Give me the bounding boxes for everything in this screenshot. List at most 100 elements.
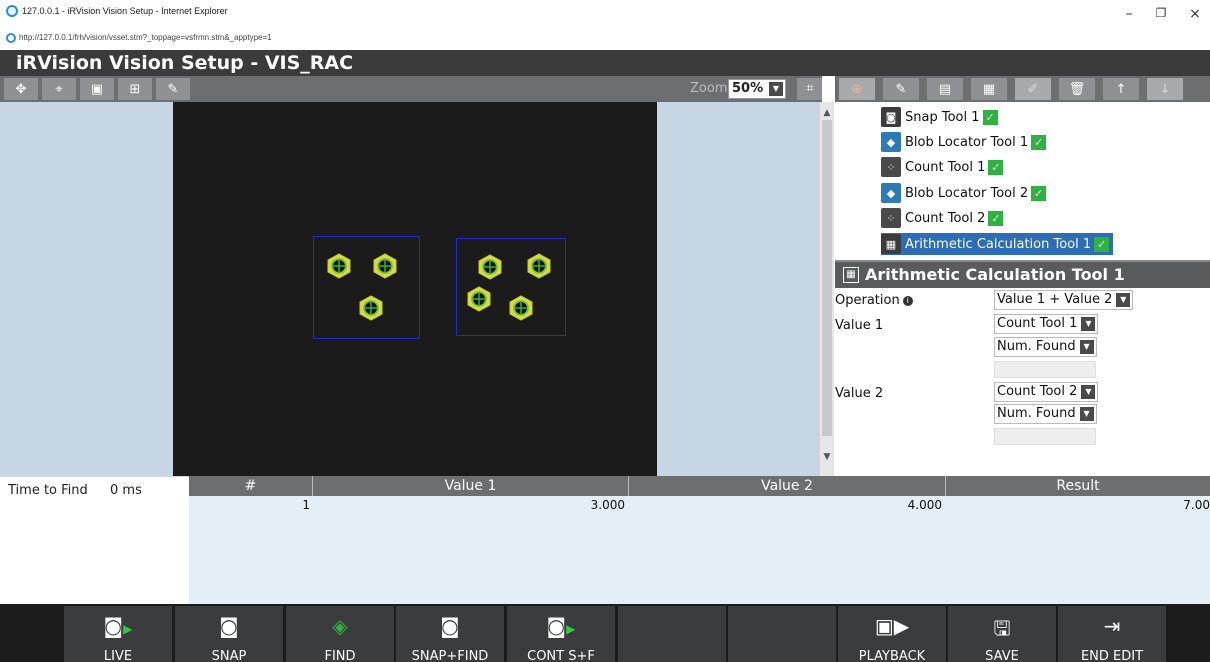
ie-logo-icon [6, 5, 18, 17]
end-edit-button[interactable]: ⇥ END EDIT [1058, 606, 1166, 662]
move-down-button[interactable]: ↓ [1147, 78, 1183, 100]
blob-icon: ◆ [881, 132, 901, 152]
end-edit-label: END EDIT [1080, 649, 1144, 662]
save-image-icon: ▣ [90, 81, 104, 97]
exit-icon: ⇥ [1103, 614, 1121, 638]
scroll-up-icon[interactable]: ▲ [821, 108, 833, 118]
time-to-find-label: Time to Find [8, 483, 88, 498]
calculator-icon: ▦ [843, 267, 859, 283]
copy-tool-button[interactable]: ▤ [927, 78, 963, 100]
image-scrollbar[interactable]: ▲ ▼ [820, 102, 834, 476]
rename-tool-button[interactable]: ✐ [1015, 78, 1051, 100]
snap-button[interactable]: ◙ SNAP [175, 606, 283, 662]
minimize-button[interactable]: – [1114, 6, 1144, 22]
found-part-icon [509, 295, 533, 321]
image-toolbar: ✥ ⌖ ▣ ⊞ ✎ Zoom 50% ▼ ⌗ [0, 76, 823, 102]
scroll-down-icon[interactable]: ▼ [821, 452, 833, 462]
found-part-icon [467, 286, 491, 312]
url-text[interactable]: http://127.0.0.1/frh/vision/vsset.stm?_t… [19, 33, 272, 42]
playback-button[interactable]: ▣▶ PLAYBACK [838, 606, 946, 662]
edit-tool-tree-button[interactable]: ✎ [883, 78, 919, 100]
pointer-tool-button[interactable]: ✥ [4, 78, 38, 100]
tree-item-blob-locator-tool-2[interactable]: ◆ Blob Locator Tool 2 ✓ [881, 182, 1050, 204]
empty-button-1 [618, 606, 726, 662]
live-camera-icon: ◙▶ [103, 614, 133, 638]
chevron-down-icon: ▼ [769, 82, 783, 96]
operation-label: Operation i [835, 293, 913, 308]
paste-tool-button[interactable]: ▦ [971, 78, 1007, 100]
save-label: SAVE [985, 649, 1019, 662]
value1-field-value: Num. Found [997, 339, 1076, 354]
toolbar-gap [822, 76, 835, 102]
tree-item-label: Blob Locator Tool 2 [905, 185, 1029, 201]
snap-label: SNAP [211, 649, 247, 662]
pointer-icon: ✥ [15, 81, 27, 97]
tree-item-count-tool-1[interactable]: ⁘ Count Tool 1 ✓ [881, 156, 1007, 178]
find-button[interactable]: ◈ FIND [286, 606, 394, 662]
fit-icon: ⌗ [806, 81, 814, 96]
live-button[interactable]: ◙▶ LIVE [64, 606, 172, 662]
tree-item-arithmetic-calculation-tool-1[interactable]: ▦ Arithmetic Calculation Tool 1 ✓ [881, 233, 1114, 255]
camera-image[interactable] [173, 102, 657, 476]
operation-label-text: Operation [835, 293, 900, 308]
operation-select[interactable]: Value 1 + Value 2 ▼ [994, 290, 1134, 310]
tree-item-label: Count Tool 1 [905, 159, 986, 175]
zoom-select[interactable]: 50% ▼ [728, 79, 786, 99]
info-icon[interactable]: i [902, 295, 913, 306]
pen-icon: ✎ [167, 81, 179, 97]
value1-field-select[interactable]: Num. Found ▼ [994, 337, 1097, 357]
found-part-icon [478, 254, 502, 280]
tree-item-label: Arithmetic Calculation Tool 1 [905, 236, 1092, 252]
check-icon: ✓ [982, 109, 998, 125]
found-part-icon [327, 253, 351, 279]
trash-icon: 🗑 [1068, 81, 1086, 97]
check-icon: ✓ [1031, 185, 1047, 201]
column-header-num: # [189, 476, 313, 496]
find-label: FIND [324, 649, 356, 662]
cell-num: 1 [302, 498, 310, 512]
edit-tool-button[interactable]: ✎ [156, 78, 190, 100]
operation-value: Value 1 + Value 2 [997, 292, 1113, 307]
save-icon: 🖫 [993, 616, 1011, 640]
app-title: iRVision Vision Setup - VIS_RAC [0, 50, 1210, 76]
add-tool-button[interactable]: ⊕ [839, 78, 875, 100]
save-button[interactable]: 🖫 SAVE [948, 606, 1056, 662]
delete-tool-button[interactable]: 🗑 [1059, 78, 1095, 100]
found-part-icon [359, 295, 383, 321]
value2-tool-select[interactable]: Count Tool 2 ▼ [994, 382, 1099, 402]
crosshair-icon: ⌖ [55, 81, 63, 97]
address-bar[interactable]: http://127.0.0.1/frh/vision/vsset.stm?_t… [0, 32, 1210, 45]
time-to-find-value: 0 ms [110, 483, 142, 498]
count-icon: ⁘ [881, 208, 901, 228]
found-part-icon [373, 253, 397, 279]
props-title-text: Arithmetic Calculation Tool 1 [865, 265, 1125, 284]
column-header-result: Result [1056, 478, 1100, 494]
value2-field-select[interactable]: Num. Found ▼ [994, 404, 1097, 424]
tree-item-blob-locator-tool-1[interactable]: ◆ Blob Locator Tool 1 ✓ [881, 131, 1050, 153]
blob-icon: ◆ [881, 183, 901, 203]
results-header: # Value 1 Value 2 Result [189, 476, 1210, 496]
camera-icon: ◙ [219, 614, 239, 638]
image-settings-button[interactable]: ⊞ [118, 78, 152, 100]
crosshair-tool-button[interactable]: ⌖ [42, 78, 76, 100]
move-up-button[interactable]: ↑ [1103, 78, 1139, 100]
close-button[interactable]: × [1180, 6, 1210, 22]
cell-value2: 4.000 [907, 498, 942, 512]
fit-to-window-button[interactable]: ⌗ [797, 78, 823, 100]
save-image-button[interactable]: ▣ [80, 78, 114, 100]
value1-tool-select[interactable]: Count Tool 1 ▼ [994, 314, 1099, 334]
cell-result: 7.00 [1183, 498, 1210, 512]
restore-button[interactable]: ❐ [1146, 6, 1176, 20]
value2-field-value: Num. Found [997, 406, 1076, 421]
snap-find-button[interactable]: ◙ SNAP+FIND [396, 606, 504, 662]
value1-extra-field [994, 361, 1096, 378]
camera-icon: ◙ [881, 107, 901, 127]
check-icon: ✓ [1094, 236, 1110, 252]
tree-item-snap-tool-1[interactable]: ◙ Snap Tool 1 ✓ [881, 106, 1002, 128]
tree-item-count-tool-2[interactable]: ⁘ Count Tool 2 ✓ [881, 207, 1007, 229]
column-header-value1: Value 1 [313, 476, 629, 496]
scrollbar-thumb[interactable] [822, 120, 832, 436]
find-icon: ◈ [332, 614, 348, 638]
value1-tool-value: Count Tool 1 [997, 316, 1078, 331]
cont-snap-find-button[interactable]: ◙▶ CONT S+F [507, 606, 615, 662]
